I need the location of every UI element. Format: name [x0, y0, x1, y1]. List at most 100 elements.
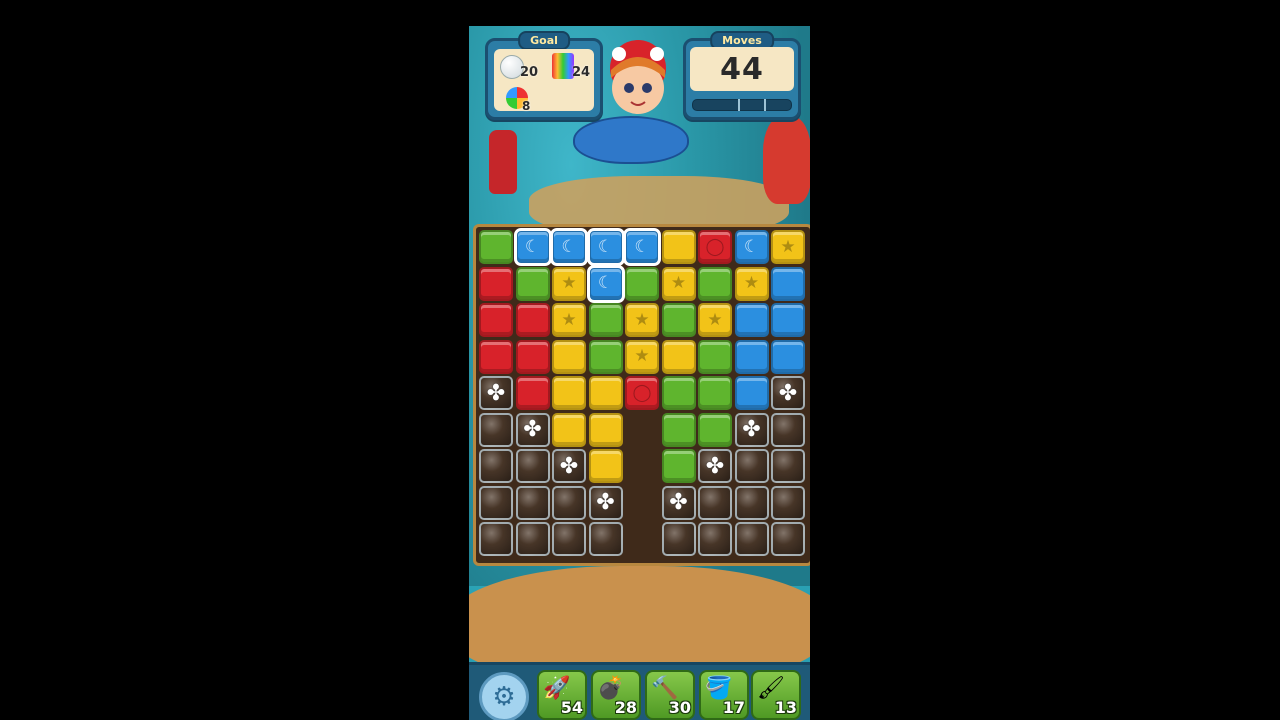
- blue-cube[interactable]: [771, 303, 805, 337]
- rocket-booster-button[interactable]: 🚀 54: [537, 670, 587, 720]
- circle-icon: ◯: [632, 382, 652, 403]
- cannon-booster-button[interactable]: 💣 28: [591, 670, 641, 720]
- red-cube[interactable]: [515, 303, 550, 337]
- booster-count: 30: [668, 698, 691, 717]
- bubble-block[interactable]: [479, 412, 513, 447]
- bubble-block[interactable]: [698, 522, 732, 556]
- hammer-booster-button[interactable]: 🔨 30: [645, 670, 695, 720]
- yellow-cube[interactable]: [661, 230, 696, 264]
- blue-cube[interactable]: [771, 339, 805, 374]
- green-cube[interactable]: [698, 339, 732, 374]
- blue-cube[interactable]: [734, 376, 769, 410]
- red-cube[interactable]: [479, 339, 513, 374]
- blue-cube[interactable]: ☾: [513, 228, 552, 266]
- blue-cube[interactable]: ☾: [734, 230, 769, 264]
- blue-cube[interactable]: [771, 266, 805, 301]
- red-cube[interactable]: [479, 303, 513, 337]
- pinwheel-block[interactable]: ✤: [698, 449, 732, 483]
- pinwheel-block[interactable]: ✤: [771, 376, 805, 410]
- yellow-cube[interactable]: [588, 376, 623, 410]
- yellow-cube[interactable]: ★: [625, 339, 659, 374]
- star-icon: ★: [561, 273, 577, 293]
- parrot-decoration: [763, 116, 810, 204]
- blue-cube[interactable]: ☾: [586, 228, 625, 266]
- blue-cube[interactable]: ☾: [586, 264, 625, 303]
- pinwheel-block[interactable]: ✤: [515, 412, 550, 447]
- goal-list: 20 24 8: [494, 49, 594, 113]
- bubble-block[interactable]: [479, 485, 513, 520]
- yellow-cube[interactable]: [588, 412, 623, 447]
- rainbow-brush-booster-button[interactable]: 🖌 13: [751, 670, 801, 720]
- moves-panel: Moves 44: [683, 31, 801, 120]
- yellow-cube[interactable]: [661, 339, 696, 374]
- pinwheel-block[interactable]: ✤: [479, 376, 513, 410]
- yellow-cube[interactable]: ★: [771, 230, 805, 264]
- green-cube[interactable]: [661, 376, 696, 410]
- bubble-block[interactable]: [734, 522, 769, 556]
- red-cube[interactable]: ◯: [698, 230, 732, 264]
- pinwheel-icon: ✤: [486, 380, 506, 406]
- red-cube[interactable]: [479, 266, 513, 301]
- bubble-block[interactable]: [479, 522, 513, 556]
- blue-cube[interactable]: [734, 303, 769, 337]
- bubble-block[interactable]: [515, 485, 550, 520]
- yellow-cube[interactable]: [552, 376, 586, 410]
- red-cube[interactable]: ◯: [625, 376, 659, 410]
- yellow-cube[interactable]: [588, 449, 623, 483]
- bubble-block[interactable]: [771, 522, 805, 556]
- green-cube[interactable]: [625, 266, 659, 301]
- bubble-block[interactable]: [588, 522, 623, 556]
- bucket-booster-button[interactable]: 🪣 17: [699, 670, 749, 720]
- bubble-block[interactable]: [698, 485, 732, 520]
- blue-cube[interactable]: ☾: [623, 228, 661, 266]
- bubble-block[interactable]: [515, 449, 550, 483]
- green-cube[interactable]: [698, 412, 732, 447]
- bubble-block[interactable]: [771, 449, 805, 483]
- bubble-block[interactable]: [734, 485, 769, 520]
- green-cube[interactable]: [479, 230, 513, 264]
- blue-cube[interactable]: [734, 339, 769, 374]
- green-cube[interactable]: [698, 376, 732, 410]
- yellow-cube[interactable]: ★: [552, 266, 586, 301]
- bubble-block[interactable]: [661, 522, 696, 556]
- red-cube[interactable]: [515, 376, 550, 410]
- green-cube[interactable]: [515, 266, 550, 301]
- pinwheel-block[interactable]: ✤: [661, 485, 696, 520]
- green-cube[interactable]: [661, 449, 696, 483]
- bubble-block[interactable]: [479, 449, 513, 483]
- yellow-cube[interactable]: ★: [698, 303, 732, 337]
- pinwheel-icon: ✤: [559, 453, 579, 479]
- bubble-block[interactable]: [734, 449, 769, 483]
- booster-count: 54: [560, 698, 583, 717]
- green-cube[interactable]: [588, 339, 623, 374]
- red-cube[interactable]: [515, 339, 550, 374]
- yellow-cube[interactable]: [552, 339, 586, 374]
- moon-icon: ☾: [597, 236, 614, 257]
- settings-button[interactable]: ⚙: [479, 672, 529, 720]
- bubble-block[interactable]: [552, 522, 586, 556]
- green-cube[interactable]: [661, 412, 696, 447]
- yellow-cube[interactable]: ★: [625, 303, 659, 337]
- green-cube[interactable]: [661, 303, 696, 337]
- rainbow-block-goal-count: 24: [572, 65, 591, 80]
- game-screen: Goal 20 24 8 Moves 44 ☾ ☾ ☾ ☾ ◯ ☾ ★ ★ ☾ ★ ★ ★ ★ ★ ★ ✤ ◯ ✤…: [469, 26, 810, 720]
- bubble-block[interactable]: [552, 485, 586, 520]
- blue-cube[interactable]: ☾: [550, 228, 588, 266]
- pinwheel-block[interactable]: ✤: [588, 485, 623, 520]
- game-board: ☾ ☾ ☾ ☾ ◯ ☾ ★ ★ ☾ ★ ★ ★ ★ ★ ★ ✤ ◯ ✤ ✤ ✤ ✤ ✤ ✤ ✤: [473, 224, 810, 566]
- bubble-block[interactable]: [771, 412, 805, 447]
- bubble-block[interactable]: [515, 522, 550, 556]
- pinwheel-block[interactable]: ✤: [552, 449, 586, 483]
- green-cube[interactable]: [698, 266, 732, 301]
- progress-marker: [738, 99, 741, 111]
- star-icon: ★: [780, 236, 796, 257]
- yellow-cube[interactable]: [552, 412, 586, 447]
- green-cube[interactable]: [588, 303, 623, 337]
- pinwheel-icon: ✤: [742, 417, 761, 442]
- yellow-cube[interactable]: ★: [661, 266, 696, 301]
- pinwheel-icon: ✤: [596, 490, 615, 515]
- pinwheel-block[interactable]: ✤: [734, 412, 769, 447]
- bubble-block[interactable]: [771, 485, 805, 520]
- yellow-cube[interactable]: ★: [552, 303, 586, 337]
- yellow-cube[interactable]: ★: [734, 266, 769, 301]
